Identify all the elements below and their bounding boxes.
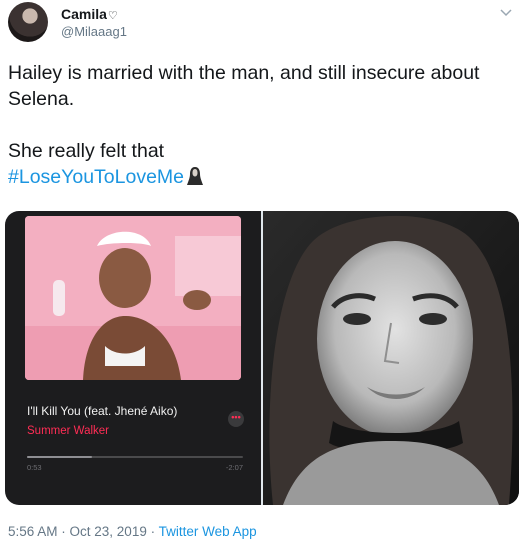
- woman-silhouette-icon: [187, 166, 204, 193]
- more-options-button[interactable]: •••: [228, 411, 244, 427]
- playback-progress-fill: [27, 456, 92, 458]
- heart-icon: ♡: [107, 10, 118, 22]
- display-name[interactable]: Camila♡: [61, 6, 118, 22]
- tweet-line-3: #LoseYouToLoveMe: [8, 164, 513, 193]
- media-grid[interactable]: I'll Kill You (feat. Jhené Aiko) Summer …: [5, 211, 519, 505]
- display-name-text[interactable]: Camila: [61, 6, 107, 22]
- avatar[interactable]: [8, 2, 48, 42]
- time-remaining: -2:07: [225, 463, 243, 472]
- time-elapsed: 0:53: [27, 463, 42, 472]
- tweet-line-2: She really felt that: [8, 140, 165, 162]
- tweet-timestamp[interactable]: 5:56 AM · Oct 23, 2019 · Twitter Web App: [8, 524, 257, 539]
- source-link[interactable]: Twitter Web App: [159, 524, 257, 539]
- music-player-screenshot[interactable]: I'll Kill You (feat. Jhené Aiko) Summer …: [5, 211, 261, 505]
- album-art: [25, 216, 241, 380]
- user-handle[interactable]: @Milaaag1: [61, 24, 127, 39]
- playback-progress-bar[interactable]: [27, 456, 243, 458]
- chevron-down-icon[interactable]: [498, 4, 514, 20]
- portrait-photo[interactable]: [263, 211, 519, 505]
- hashtag-link[interactable]: #LoseYouToLoveMe: [8, 166, 184, 188]
- song-title[interactable]: I'll Kill You (feat. Jhené Aiko): [27, 404, 177, 418]
- tweet-line-1: Hailey is married with the man, and stil…: [8, 62, 480, 110]
- artist-name[interactable]: Summer Walker: [27, 425, 109, 437]
- portrait-illustration: [263, 211, 519, 505]
- tweet-text: Hailey is married with the man, and stil…: [8, 60, 513, 193]
- timestamp-text[interactable]: 5:56 AM · Oct 23, 2019 ·: [8, 524, 159, 539]
